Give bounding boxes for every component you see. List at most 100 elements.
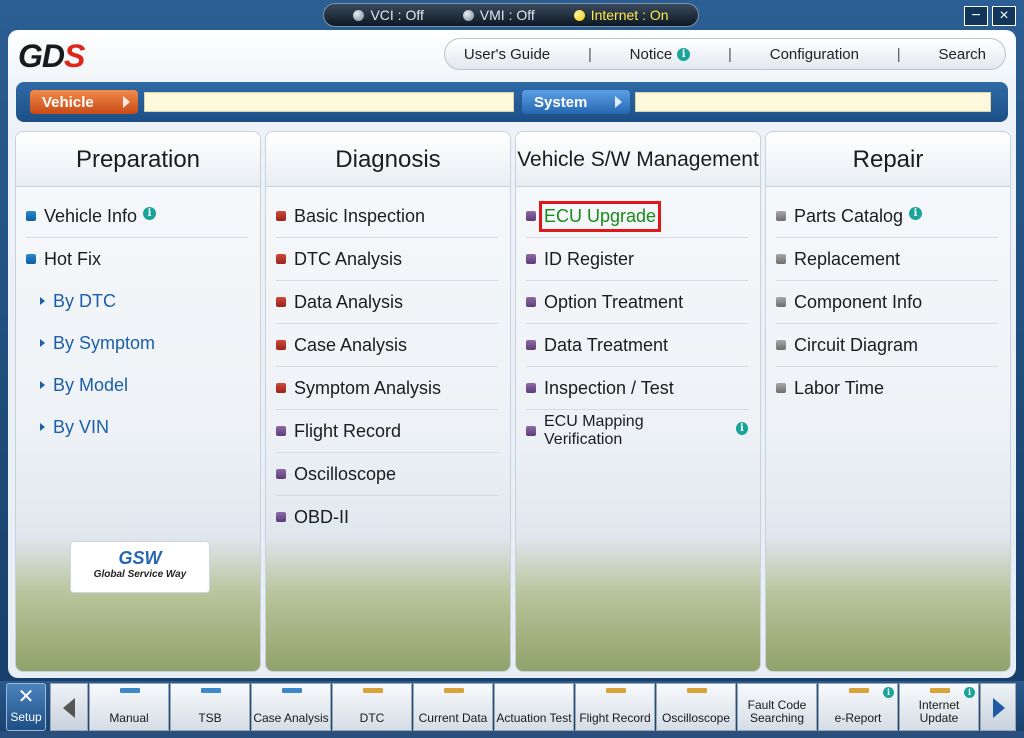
top-menu: User's Guide | Notice i | Configuration |… <box>444 38 1006 70</box>
configuration-link[interactable]: Configuration <box>770 46 859 63</box>
scroll-left-button[interactable] <box>50 683 88 731</box>
menu-item-parts-catalog[interactable]: Parts Catalog i <box>776 195 998 238</box>
bullet-icon <box>276 254 286 264</box>
blue-bar-icon <box>282 688 302 693</box>
bullet-icon <box>526 340 536 350</box>
bullet-icon <box>526 297 536 307</box>
menu-item-ecu-upgrade[interactable]: ECU Upgrade <box>526 195 748 238</box>
bullet-icon <box>526 383 536 393</box>
vehicle-button[interactable]: Vehicle <box>30 90 138 114</box>
triangle-icon <box>40 423 45 431</box>
vmi-led-icon <box>462 9 474 21</box>
vehicle-sw-management-column: Vehicle S/W Management ECU Upgrade ID Re… <box>515 131 761 672</box>
info-icon: i <box>964 687 975 698</box>
menu-item-vehicle-info[interactable]: Vehicle Info i <box>26 195 248 238</box>
menu-item-hot-fix[interactable]: Hot Fix <box>26 238 248 280</box>
menu-item-obd-ii[interactable]: OBD-II <box>276 496 498 538</box>
gds-logo: GDS <box>18 38 85 74</box>
bullet-icon <box>276 469 286 479</box>
notice-link[interactable]: Notice i <box>630 46 691 63</box>
column-title: Vehicle S/W Management <box>516 132 760 187</box>
menu-item-component-info[interactable]: Component Info <box>776 281 998 324</box>
app-window: VCI : Off VMI : Off Internet : On − × GD… <box>0 0 1024 738</box>
arrow-right-icon <box>615 96 622 108</box>
gsw-logo[interactable]: GSW Global Service Way <box>70 541 210 593</box>
toolbar-case-analysis[interactable]: Case Analysis <box>251 683 331 731</box>
toolbar-dtc[interactable]: DTC <box>332 683 412 731</box>
main-panel: GDS User's Guide | Notice i | Configurati… <box>8 30 1016 678</box>
minimize-button[interactable]: − <box>964 6 988 26</box>
submenu-item-by-vin[interactable]: By VIN <box>26 406 248 448</box>
toolbar-current-data[interactable]: Current Data <box>413 683 493 731</box>
menu-item-ecu-mapping-verification[interactable]: ECU Mapping Verification i <box>526 410 748 452</box>
submenu-item-by-model[interactable]: By Model <box>26 364 248 406</box>
scroll-right-button[interactable] <box>980 683 1016 731</box>
menu-item-replacement[interactable]: Replacement <box>776 238 998 281</box>
info-icon: i <box>883 687 894 698</box>
menu-item-data-treatment[interactable]: Data Treatment <box>526 324 748 367</box>
info-icon: i <box>143 206 157 220</box>
toolbar-actuation-test[interactable]: Actuation Test <box>494 683 574 731</box>
menu-item-basic-inspection[interactable]: Basic Inspection <box>276 195 498 238</box>
bullet-icon <box>276 512 286 522</box>
diagnosis-column: Diagnosis Basic Inspection DTC Analysis … <box>265 131 511 672</box>
column-title: Diagnosis <box>266 132 510 187</box>
bottom-toolbar: ✕ Setup Manual TSB Case Analysis DTC Cur… <box>0 681 1024 738</box>
info-icon: i <box>909 206 923 220</box>
column-title: Repair <box>766 132 1010 187</box>
menu-item-oscilloscope[interactable]: Oscilloscope <box>276 453 498 496</box>
submenu-item-by-symptom[interactable]: By Symptom <box>26 322 248 364</box>
menu-item-circuit-diagram[interactable]: Circuit Diagram <box>776 324 998 367</box>
close-button[interactable]: × <box>992 6 1016 26</box>
menu-item-id-register[interactable]: ID Register <box>526 238 748 281</box>
toolbar-flight-record[interactable]: Flight Record <box>575 683 655 731</box>
toolbar-tsb[interactable]: TSB <box>170 683 250 731</box>
users-guide-link[interactable]: User's Guide <box>464 46 550 63</box>
selector-bar: Vehicle System <box>16 82 1008 122</box>
arrow-right-icon <box>123 96 130 108</box>
bullet-icon <box>776 211 786 221</box>
toolbar-fault-code-searching[interactable]: Fault Code Searching <box>737 683 817 731</box>
vehicle-field[interactable] <box>144 92 514 112</box>
menu-item-option-treatment[interactable]: Option Treatment <box>526 281 748 324</box>
bullet-icon <box>276 297 286 307</box>
vci-status: VCI : Off <box>353 7 424 23</box>
os-taskbar <box>0 731 1024 738</box>
menu-item-symptom-analysis[interactable]: Symptom Analysis <box>276 367 498 410</box>
bullet-icon <box>26 254 36 264</box>
setup-button[interactable]: ✕ Setup <box>6 683 46 731</box>
window-controls: − × <box>964 6 1016 26</box>
triangle-icon <box>40 381 45 389</box>
ecu-upgrade-highlight: ECU Upgrade <box>538 200 662 232</box>
triangle-icon <box>40 339 45 347</box>
bullet-icon <box>526 254 536 264</box>
orange-bar-icon <box>687 688 707 693</box>
toolbar-e-report[interactable]: i e-Report <box>818 683 898 731</box>
menu-item-data-analysis[interactable]: Data Analysis <box>276 281 498 324</box>
orange-bar-icon <box>849 688 869 693</box>
system-button[interactable]: System <box>522 90 630 114</box>
bullet-icon <box>276 383 286 393</box>
triangle-icon <box>40 297 45 305</box>
system-field[interactable] <box>635 92 991 112</box>
column-title: Preparation <box>16 132 260 187</box>
toolbar-oscilloscope[interactable]: Oscilloscope <box>656 683 736 731</box>
submenu-item-by-dtc[interactable]: By DTC <box>26 280 248 322</box>
bullet-icon <box>776 254 786 264</box>
blue-bar-icon <box>120 688 140 693</box>
menu-item-dtc-analysis[interactable]: DTC Analysis <box>276 238 498 281</box>
menu-item-case-analysis[interactable]: Case Analysis <box>276 324 498 367</box>
internet-status: Internet : On <box>573 7 669 23</box>
preparation-column: Preparation Vehicle Info i Hot Fix By DTC… <box>15 131 261 672</box>
menu-item-inspection-test[interactable]: Inspection / Test <box>526 367 748 410</box>
toolbar-manual[interactable]: Manual <box>89 683 169 731</box>
orange-bar-icon <box>444 688 464 693</box>
arrow-left-icon <box>63 698 75 718</box>
search-link[interactable]: Search <box>939 46 987 63</box>
bullet-icon <box>26 211 36 221</box>
menu-item-labor-time[interactable]: Labor Time <box>776 367 998 409</box>
menu-item-flight-record[interactable]: Flight Record <box>276 410 498 453</box>
toolbar-internet-update[interactable]: i Internet Update <box>899 683 979 731</box>
bullet-icon <box>776 297 786 307</box>
blue-bar-icon <box>201 688 221 693</box>
